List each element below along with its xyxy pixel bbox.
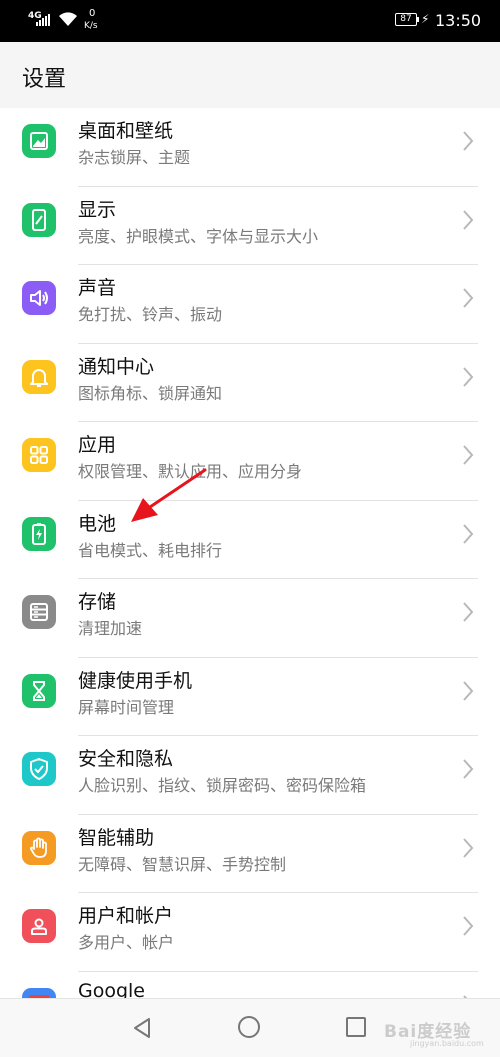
settings-item-subtitle: 多用户、帐户	[78, 933, 175, 952]
settings-item-title: 安全和隐私	[78, 748, 174, 770]
signal-icon	[36, 12, 50, 26]
wifi-icon	[59, 12, 77, 26]
display-icon	[22, 202, 56, 237]
chevron-right-icon	[463, 209, 474, 230]
charging-icon: ⚡	[421, 12, 430, 26]
settings-item-title: 声音	[78, 277, 117, 299]
settings-item-subtitle: 清理加速	[78, 619, 143, 638]
bell-icon	[22, 359, 56, 394]
page-title: 设置	[22, 67, 67, 92]
settings-item-wallpaper[interactable]: 桌面和壁纸 杂志锁屏、主题	[0, 108, 500, 187]
chevron-right-icon	[463, 759, 474, 779]
recents-icon[interactable]	[346, 1017, 366, 1037]
settings-item-digital-balance[interactable]: 健康使用手机 屏幕时间管理	[0, 658, 500, 736]
clock: 13:50	[435, 11, 482, 30]
settings-item-title: 健康使用手机	[78, 669, 193, 692]
status-bar: 4G 0 K/s 87 ⚡ 13:50	[0, 0, 500, 42]
chevron-right-icon	[463, 916, 474, 936]
settings-item-subtitle: 人脸识别、指纹、锁屏密码、密码保险箱	[78, 776, 367, 795]
settings-item-subtitle: 免打扰、铃声、振动	[78, 305, 223, 324]
settings-item-subtitle: 省电模式、耗电排行	[78, 540, 223, 560]
chevron-right-icon	[463, 837, 474, 858]
settings-item-storage[interactable]: 存储 清理加速	[0, 579, 500, 658]
settings-item-security[interactable]: 安全和隐私 人脸识别、指纹、锁屏密码、密码保险箱	[0, 736, 500, 815]
settings-list[interactable]: 桌面和壁纸 杂志锁屏、主题 显示 亮度、护眼模式、字体与显示大小 声音 免打扰、…	[0, 108, 500, 998]
chevron-right-icon	[463, 523, 474, 544]
user-icon	[22, 909, 56, 943]
settings-item-notifications[interactable]: 通知中心 图标角标、锁屏通知	[0, 344, 500, 422]
home-icon[interactable]	[238, 1016, 260, 1038]
battery-icon	[22, 516, 56, 551]
back-icon[interactable]	[131, 1016, 153, 1040]
storage-icon	[22, 595, 56, 629]
settings-item-users-accounts[interactable]: 用户和帐户 多用户、帐户	[0, 893, 500, 972]
net-speed-unit: K/s	[84, 21, 98, 31]
chevron-right-icon	[463, 366, 474, 387]
chevron-right-icon	[463, 445, 474, 465]
settings-item-title: 用户和帐户	[78, 905, 174, 927]
settings-item-sound[interactable]: 声音 免打扰、铃声、振动	[0, 265, 500, 344]
settings-item-title: 存储	[78, 591, 117, 613]
hourglass-icon	[22, 673, 56, 708]
settings-item-apps[interactable]: 应用 权限管理、默认应用、应用分身	[0, 422, 500, 501]
settings-item-title: 应用	[78, 434, 117, 456]
net-speed-value: 0	[89, 8, 96, 19]
settings-item-google[interactable]: Google	[0, 972, 500, 999]
settings-item-title: 通知中心	[78, 355, 155, 378]
settings-item-title: 智能辅助	[78, 826, 155, 849]
chevron-right-icon	[463, 131, 474, 151]
settings-item-subtitle: 无障碍、智慧识屏、手势控制	[78, 854, 287, 874]
settings-item-title: 电池	[78, 512, 117, 535]
settings-item-subtitle: 图标角标、锁屏通知	[78, 383, 223, 403]
google-icon	[22, 987, 56, 998]
battery-indicator: 87	[395, 13, 419, 26]
watermark-url: jingyan.baidu.com	[410, 1039, 484, 1048]
settings-item-title: 桌面和壁纸	[78, 120, 174, 142]
apps-grid-icon	[22, 438, 56, 472]
chevron-right-icon	[463, 288, 474, 308]
chevron-right-icon	[463, 602, 474, 622]
settings-item-smart-assistance[interactable]: 智能辅助 无障碍、智慧识屏、手势控制	[0, 815, 500, 893]
settings-item-subtitle: 权限管理、默认应用、应用分身	[78, 462, 303, 481]
shield-icon	[22, 752, 56, 786]
settings-item-battery[interactable]: 电池 省电模式、耗电排行	[0, 501, 500, 579]
navigation-bar: Bai度经验 jingyan.baidu.com	[0, 998, 500, 1057]
hand-icon	[22, 830, 56, 865]
page-header: 设置	[0, 42, 500, 108]
sound-icon	[22, 281, 56, 315]
wallpaper-icon	[22, 124, 56, 158]
settings-item-title: Google	[78, 979, 146, 999]
chevron-right-icon	[463, 680, 474, 701]
settings-item-display[interactable]: 显示 亮度、护眼模式、字体与显示大小	[0, 187, 500, 265]
settings-item-title: 显示	[78, 198, 117, 221]
settings-item-subtitle: 亮度、护眼模式、字体与显示大小	[78, 226, 319, 246]
settings-item-subtitle: 杂志锁屏、主题	[78, 148, 191, 167]
settings-item-subtitle: 屏幕时间管理	[78, 697, 175, 717]
